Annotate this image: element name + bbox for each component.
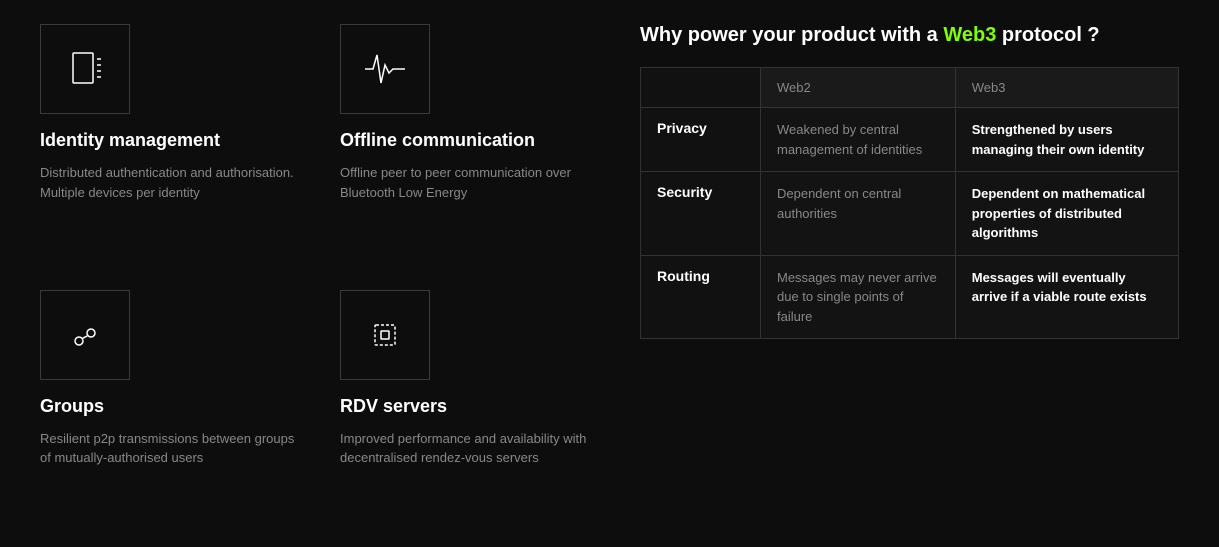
row-web3-privacy: Strengthened by users managing their own… <box>955 108 1178 172</box>
row-web3-routing: Messages will eventually arrive if a via… <box>955 255 1178 339</box>
waveform-icon <box>361 45 409 93</box>
heading-accent: Web3 <box>943 24 996 46</box>
offline-title: Offline communication <box>340 130 600 151</box>
rdv-icon <box>361 311 409 359</box>
page-container: Identity management Distributed authenti… <box>0 0 1219 547</box>
right-panel: Why power your product with a Web3 proto… <box>640 24 1179 523</box>
table-header-row: Web2 Web3 <box>641 68 1179 108</box>
groups-icon-box <box>40 290 130 380</box>
identity-title: Identity management <box>40 130 300 151</box>
identity-icon-box <box>40 24 130 114</box>
table-row-privacy: Privacy Weakened by central management o… <box>641 108 1179 172</box>
comparison-table: Web2 Web3 Privacy Weakened by central ma… <box>640 67 1179 339</box>
rdv-desc: Improved performance and availability wi… <box>340 429 600 468</box>
heading-prefix: Why power your product with a <box>640 24 943 46</box>
feature-offline: Offline communication Offline peer to pe… <box>340 24 600 258</box>
left-panel: Identity management Distributed authenti… <box>40 24 600 523</box>
col-web3-header: Web3 <box>955 68 1178 108</box>
groups-title: Groups <box>40 396 300 417</box>
feature-rdv: RDV servers Improved performance and ava… <box>340 290 600 524</box>
identity-desc: Distributed authentication and authorisa… <box>40 163 300 202</box>
groups-icon <box>61 311 109 359</box>
col-web2-header: Web2 <box>761 68 956 108</box>
table-row-security: Security Dependent on central authoritie… <box>641 172 1179 256</box>
groups-desc: Resilient p2p transmissions between grou… <box>40 429 300 468</box>
row-web3-security: Dependent on mathematical properties of … <box>955 172 1178 256</box>
table-row-routing: Routing Messages may never arrive due to… <box>641 255 1179 339</box>
offline-desc: Offline peer to peer communication over … <box>340 163 600 202</box>
col-empty <box>641 68 761 108</box>
rdv-title: RDV servers <box>340 396 600 417</box>
row-label-privacy: Privacy <box>641 108 761 172</box>
heading-suffix: protocol ? <box>996 24 1099 46</box>
row-web2-privacy: Weakened by central management of identi… <box>761 108 956 172</box>
feature-identity: Identity management Distributed authenti… <box>40 24 300 258</box>
section-heading: Why power your product with a Web3 proto… <box>640 24 1179 47</box>
identity-icon <box>61 45 109 93</box>
row-web2-security: Dependent on central authorities <box>761 172 956 256</box>
row-label-security: Security <box>641 172 761 256</box>
rdv-icon-box <box>340 290 430 380</box>
offline-icon-box <box>340 24 430 114</box>
row-label-routing: Routing <box>641 255 761 339</box>
row-web2-routing: Messages may never arrive due to single … <box>761 255 956 339</box>
feature-groups: Groups Resilient p2p transmissions betwe… <box>40 290 300 524</box>
